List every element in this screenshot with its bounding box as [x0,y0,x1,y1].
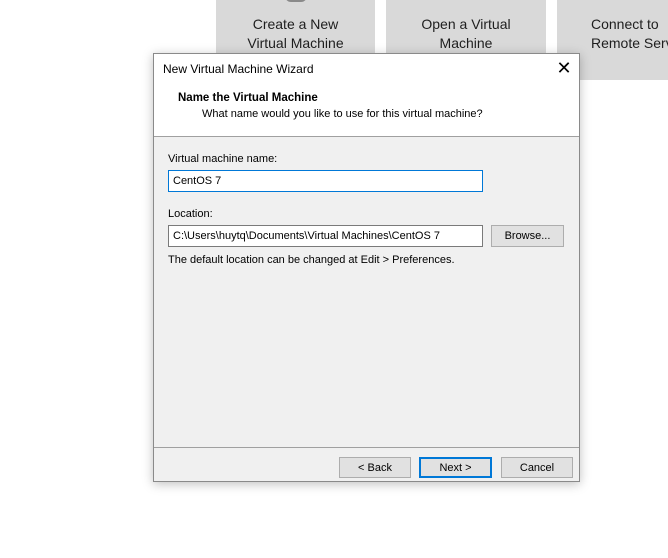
footer-divider [154,447,579,448]
vm-name-input[interactable] [168,170,483,192]
vm-name-label: Virtual machine name: [168,153,278,165]
back-button[interactable]: < Back [339,457,411,478]
tile-label-line1: Create a New [252,16,339,32]
location-hint: The default location can be changed at E… [168,254,455,266]
tile-label-line1: Connect to [591,16,659,32]
new-vm-wizard-dialog: New Virtual Machine Wizard ✕ Name the Vi… [153,53,580,482]
create-vm-icon [284,0,307,2]
browse-button[interactable]: Browse... [491,225,564,247]
tile-label-line2: Machine [439,35,493,51]
location-label: Location: [168,208,213,220]
wizard-header: Name the Virtual Machine What name would… [154,84,579,137]
cancel-button[interactable]: Cancel [501,457,573,478]
location-input[interactable] [168,225,483,247]
close-icon[interactable]: ✕ [549,54,579,84]
dialog-title: New Virtual Machine Wizard [163,62,314,76]
tile-label-line2: Virtual Machine [247,35,344,51]
next-button[interactable]: Next > [419,457,492,478]
tile-label-line2: Remote Serv [591,35,668,51]
tile-label-line1: Open a Virtual [421,16,511,32]
dialog-titlebar[interactable]: New Virtual Machine Wizard ✕ [154,54,579,84]
wizard-step-subtitle: What name would you like to use for this… [202,108,483,120]
wizard-step-title: Name the Virtual Machine [178,92,318,104]
